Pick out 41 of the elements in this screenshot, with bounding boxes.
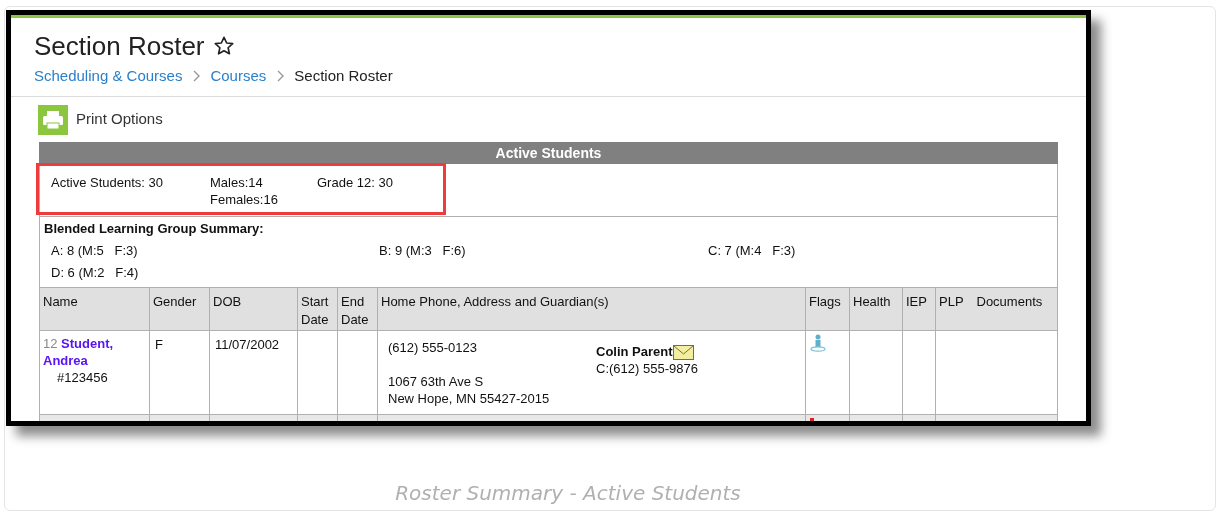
- home-phone: (612) 555-0123: [388, 338, 478, 356]
- printer-icon: [38, 104, 68, 135]
- person-icon: [810, 333, 826, 352]
- group-summary: A: 8 (M:5 F:3): [51, 241, 139, 259]
- males-count: Males:14: [210, 173, 264, 191]
- student-id: #123456: [56, 368, 109, 386]
- print-options-button[interactable]: Print Options: [38, 104, 163, 135]
- column-header: PLP: [935, 287, 974, 330]
- guardian-name: Colin Parent: [596, 342, 673, 360]
- females-count: Females:16: [210, 190, 279, 208]
- envelope-icon[interactable]: [672, 344, 694, 360]
- image-caption: Roster Summary - Active Students: [395, 481, 741, 505]
- breadcrumb-link[interactable]: Courses: [210, 65, 267, 88]
- column-header: Home Phone, Address and Guardian(s): [377, 287, 806, 330]
- column-header: Documents: [973, 287, 1058, 330]
- chevron-icon: [276, 70, 285, 83]
- breadcrumb-link[interactable]: Scheduling & Courses: [34, 65, 183, 88]
- column-header: End Date: [337, 287, 378, 330]
- section-header: Active Students: [39, 141, 1058, 164]
- chevron-icon: [192, 70, 201, 83]
- column-header: Health: [849, 287, 903, 330]
- gender-cell: F: [155, 336, 163, 352]
- group-summary: B: 9 (M:3 F:6): [379, 241, 467, 259]
- breadcrumb-current: Section Roster: [294, 66, 393, 86]
- column-header: Flags: [805, 287, 850, 330]
- active-students-count: Active Students: 30: [51, 173, 164, 192]
- guardian-phone: C:(612) 555-9876: [596, 359, 698, 377]
- page-title: Section Roster: [34, 30, 205, 62]
- grade-count: Grade 12: 30: [317, 173, 393, 192]
- blended-summary-title: Blended Learning Group Summary:: [43, 219, 265, 237]
- star-icon[interactable]: [212, 35, 235, 57]
- column-header: Start Date: [297, 287, 338, 330]
- address: 1067 63th Ave S New Hope, MN 55427-2015: [388, 372, 551, 407]
- dob-cell: 11/07/2002: [215, 336, 280, 352]
- column-header: Gender: [149, 287, 210, 330]
- student-name-link[interactable]: 12 Student, Andrea: [43, 334, 149, 369]
- column-header: Name: [39, 287, 150, 330]
- column-header: DOB: [209, 287, 298, 330]
- group-summary: C: 7 (M:4 F:3): [708, 241, 797, 259]
- column-header: IEP: [902, 287, 936, 330]
- group-summary: D: 6 (M:2 F:4): [51, 263, 140, 281]
